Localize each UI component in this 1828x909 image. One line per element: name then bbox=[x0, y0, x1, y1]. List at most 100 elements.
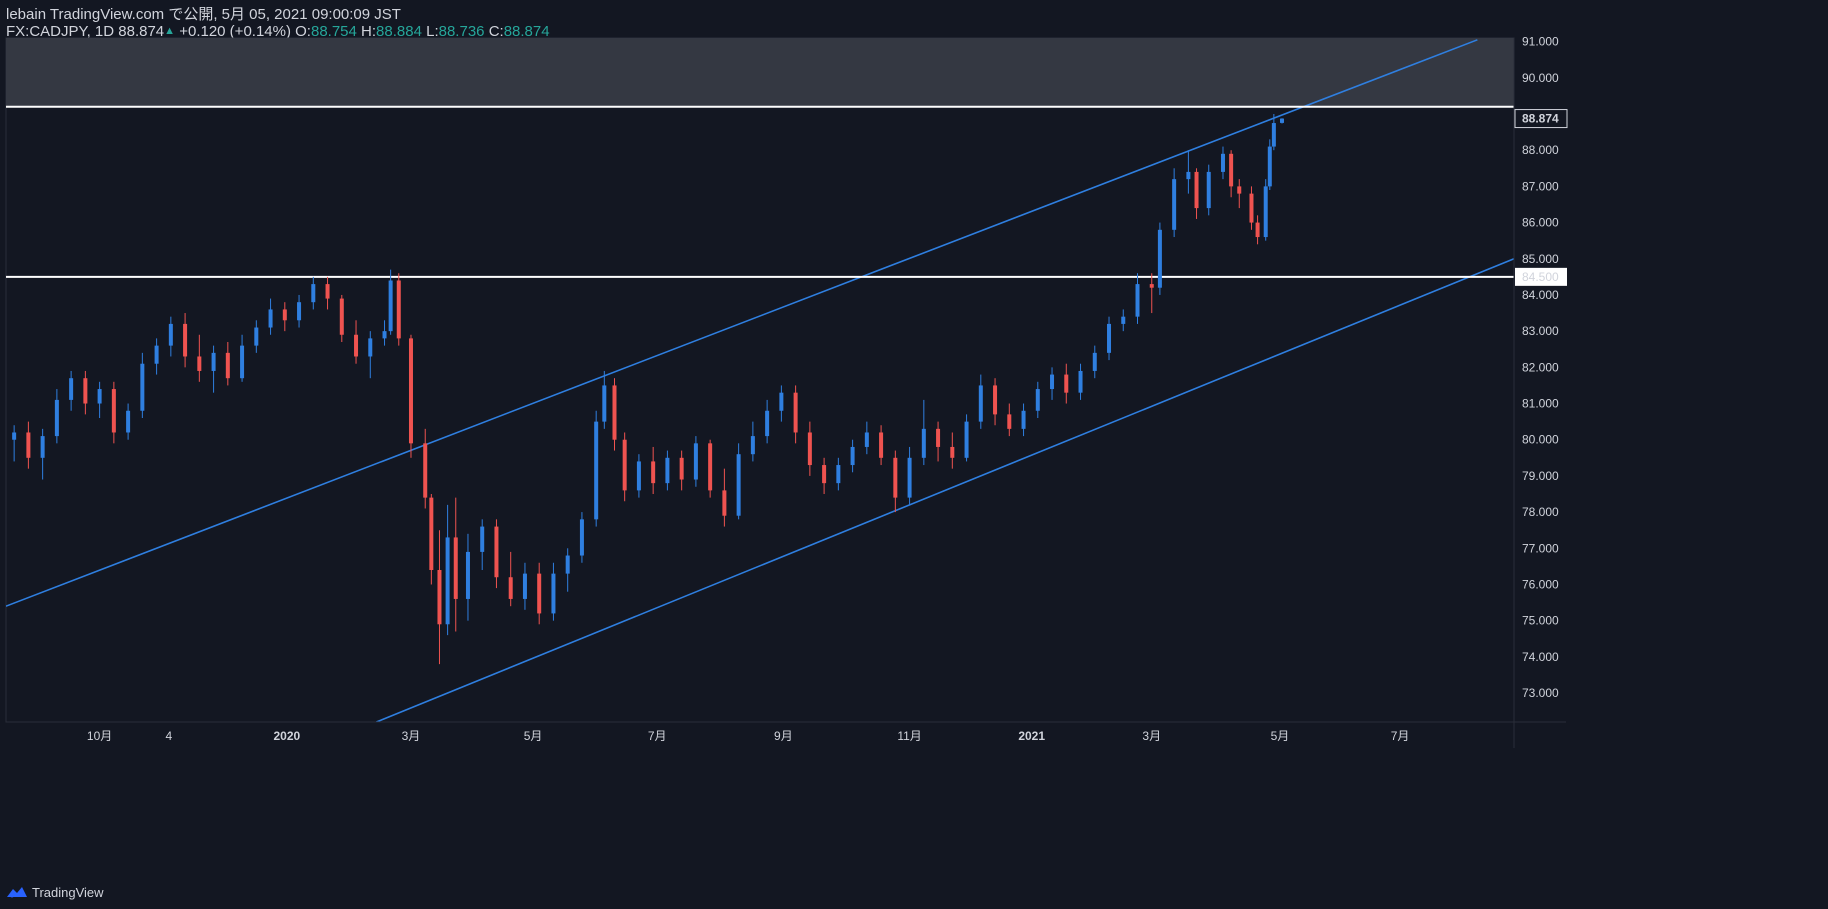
candle-body bbox=[1135, 284, 1140, 317]
x-tick-label: 7月 bbox=[648, 729, 667, 743]
candle-body bbox=[83, 378, 88, 404]
candle-body bbox=[480, 526, 485, 552]
candle-body bbox=[1237, 186, 1242, 194]
x-tick-label: 4 bbox=[165, 729, 172, 743]
candle-body bbox=[40, 436, 45, 458]
x-tick-label: 7月 bbox=[1391, 729, 1410, 743]
candle-body bbox=[26, 432, 31, 458]
candle-body bbox=[964, 421, 969, 458]
candle-body bbox=[665, 457, 670, 484]
y-tick-label: 80.000 bbox=[1522, 433, 1559, 447]
candle-body bbox=[508, 577, 513, 599]
candle-body bbox=[594, 421, 599, 520]
candle-body bbox=[864, 432, 869, 447]
candle-body bbox=[69, 378, 74, 400]
y-tick-label: 75.000 bbox=[1522, 614, 1559, 628]
candle-body bbox=[736, 454, 741, 516]
x-tick-label: 10月 bbox=[87, 729, 112, 743]
candle-body bbox=[850, 446, 855, 466]
candle-body bbox=[1050, 374, 1055, 390]
y-tick-label: 90.000 bbox=[1522, 71, 1559, 85]
candle-body bbox=[622, 439, 627, 491]
candle-body bbox=[1229, 153, 1234, 187]
candle-body bbox=[1255, 222, 1260, 238]
candle-body bbox=[921, 428, 926, 458]
candle-body bbox=[950, 446, 955, 458]
candle-body bbox=[254, 327, 259, 346]
candle-body bbox=[907, 457, 912, 498]
candle-body bbox=[793, 392, 798, 433]
candle-body bbox=[183, 323, 188, 357]
candle-body bbox=[893, 457, 898, 498]
candle-body bbox=[140, 363, 145, 411]
candle-body bbox=[1078, 370, 1083, 393]
candle-body bbox=[612, 385, 617, 440]
candle-body bbox=[97, 389, 102, 404]
candle-body bbox=[537, 573, 542, 614]
candle-body bbox=[978, 385, 983, 422]
candle-body bbox=[382, 331, 387, 339]
candle-body bbox=[1249, 193, 1254, 223]
candle-body bbox=[1186, 171, 1191, 180]
candle-body bbox=[779, 392, 784, 411]
y-tick-label: 73.000 bbox=[1522, 686, 1559, 700]
candle-body bbox=[168, 323, 173, 346]
candle-body bbox=[388, 280, 393, 332]
price-chart[interactable]: 73.000 74.000 75.000 76.000 77.000 78.000 79.0… bbox=[0, 0, 1828, 909]
candle-body bbox=[240, 345, 245, 379]
candle-body bbox=[765, 410, 770, 437]
candle-body bbox=[708, 443, 713, 491]
candle-body bbox=[722, 490, 727, 516]
y-tick-label: 84.000 bbox=[1522, 288, 1559, 302]
candle-body bbox=[1280, 118, 1284, 123]
y-tick-label: 76.000 bbox=[1522, 577, 1559, 591]
candle-body bbox=[936, 428, 941, 447]
y-tick-label: 79.000 bbox=[1522, 469, 1559, 483]
candle-body bbox=[679, 457, 684, 480]
candle-body bbox=[445, 537, 450, 625]
candle-body bbox=[311, 284, 316, 303]
candle-body bbox=[1121, 316, 1126, 324]
candle-body bbox=[1092, 352, 1097, 371]
candle-body bbox=[822, 465, 827, 484]
tradingview-logo-icon bbox=[7, 887, 27, 898]
candle-body bbox=[565, 555, 570, 574]
y-tick-label: 78.000 bbox=[1522, 505, 1559, 519]
candle-body bbox=[1263, 186, 1268, 238]
candle-body bbox=[636, 461, 641, 491]
candle-body bbox=[1149, 284, 1154, 288]
candle-body bbox=[225, 352, 230, 379]
candle-body bbox=[1035, 389, 1040, 411]
y-tick-label: 88.000 bbox=[1522, 143, 1559, 157]
x-tick-label: 5月 bbox=[1271, 729, 1290, 743]
candle-body bbox=[1107, 323, 1112, 353]
candle-body bbox=[111, 389, 116, 433]
candle-body bbox=[807, 432, 812, 466]
candle-body bbox=[339, 298, 344, 335]
x-tick-label: 2021 bbox=[1018, 729, 1045, 743]
candle-body bbox=[551, 573, 556, 614]
y-tick-label: 87.000 bbox=[1522, 179, 1559, 193]
candle-body bbox=[325, 284, 330, 299]
candle-body bbox=[579, 519, 584, 556]
candle-body bbox=[211, 352, 216, 371]
x-tick-label: 3月 bbox=[402, 729, 421, 743]
y-tick-label: 81.000 bbox=[1522, 397, 1559, 411]
channel-line-upper[interactable] bbox=[6, 39, 1478, 607]
y-tick-label: 74.000 bbox=[1522, 650, 1559, 664]
candle-body bbox=[993, 385, 998, 415]
x-tick-label: 11月 bbox=[897, 729, 921, 743]
candle-body bbox=[1021, 410, 1026, 429]
channel-line-lower[interactable] bbox=[376, 258, 1514, 722]
resistance-zone[interactable] bbox=[6, 38, 1514, 107]
candle-body bbox=[268, 309, 273, 328]
candle-body bbox=[1267, 146, 1272, 187]
footer-brand: TradingView bbox=[6, 881, 104, 903]
candle-body bbox=[1064, 374, 1069, 393]
x-tick-label: 3月 bbox=[1142, 729, 1161, 743]
candle-body bbox=[1194, 171, 1199, 209]
candle-body bbox=[154, 345, 159, 364]
candle-body bbox=[750, 436, 755, 455]
candle-body bbox=[879, 432, 884, 458]
candle-body bbox=[126, 410, 131, 433]
